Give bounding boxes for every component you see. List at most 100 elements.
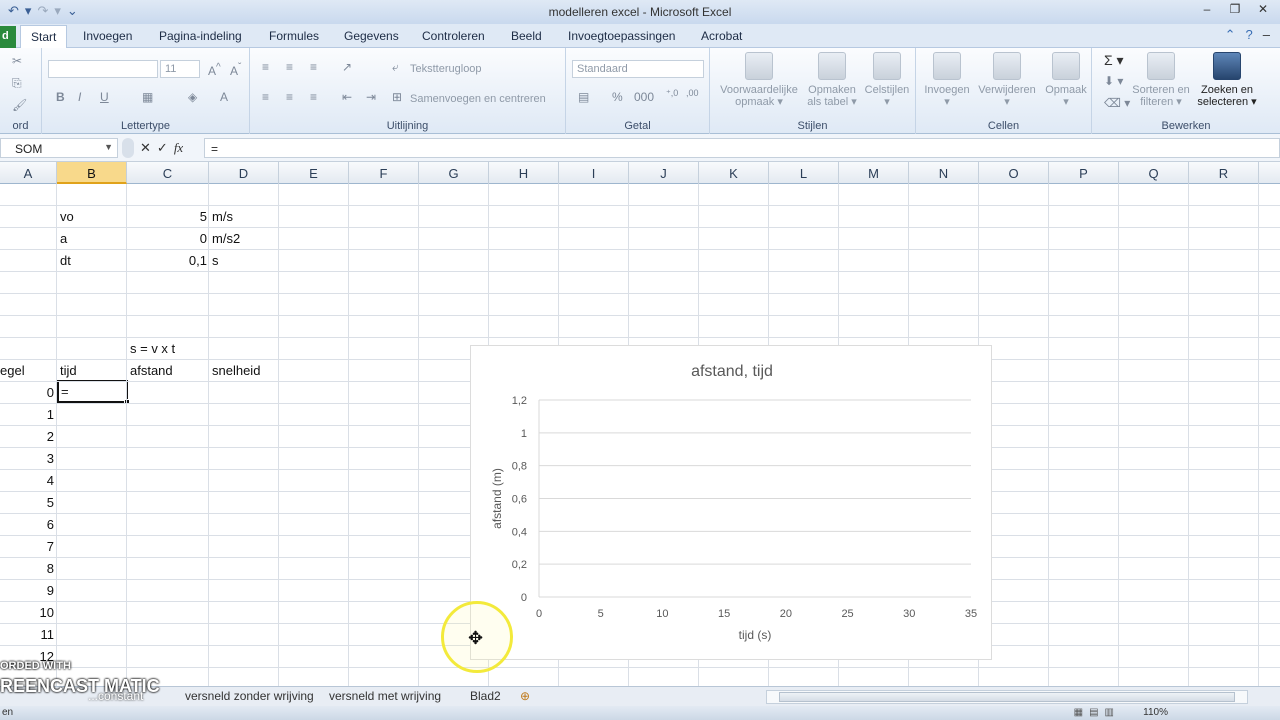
column-header-k[interactable]: K (699, 162, 769, 184)
help-icon[interactable]: ? (1246, 27, 1253, 43)
fill-handle[interactable] (124, 399, 130, 405)
enter-icon[interactable]: ✓ (157, 140, 168, 156)
cell-a10[interactable]: egel (0, 363, 25, 378)
cell-c3[interactable]: 5 (128, 209, 207, 224)
cell-c4[interactable]: 0 (128, 231, 207, 246)
wrap-text-button[interactable]: Tekstterugloop (410, 63, 482, 75)
insert-function-icon[interactable]: fx (174, 140, 183, 156)
increase-indent-icon[interactable]: ⇥ (366, 90, 376, 104)
cut-icon[interactable]: ✂ (12, 54, 22, 68)
autosum-icon[interactable]: Σ ▾ (1104, 52, 1124, 69)
active-cell[interactable]: = (57, 380, 130, 405)
restore-icon[interactable]: ❐ (1222, 2, 1248, 20)
cancel-icon[interactable]: ✕ (140, 140, 151, 156)
decrease-indent-icon[interactable]: ⇤ (342, 90, 352, 104)
tab-pagina-indeling[interactable]: Pagina-indeling (159, 29, 242, 43)
font-size-combo[interactable]: 11 (160, 60, 200, 78)
cell-a-row-value[interactable]: 3 (0, 451, 54, 466)
shrink-font-icon[interactable]: Aˇ (230, 62, 241, 78)
cell-d5[interactable]: s (212, 253, 219, 268)
font-color-icon[interactable]: A (220, 90, 228, 104)
cell-a-row-value[interactable]: 8 (0, 561, 54, 576)
chevron-down-icon[interactable]: ▼ (104, 142, 113, 152)
sheet-tab-blad2[interactable]: Blad2 (470, 689, 501, 703)
cell-c9[interactable]: s = v x t (130, 341, 175, 356)
merge-center-button[interactable]: Samenvoegen en centreren (410, 93, 546, 105)
thousands-separator-icon[interactable]: 000 (634, 90, 654, 104)
column-header-c[interactable]: C (127, 162, 209, 184)
grow-font-icon[interactable]: A^ (208, 62, 221, 78)
column-header-o[interactable]: O (979, 162, 1049, 184)
new-sheet-icon[interactable]: ⊕ (520, 689, 530, 703)
cell-c5[interactable]: 0,1 (128, 253, 207, 268)
cell-a-row-value[interactable]: 6 (0, 517, 54, 532)
tab-start[interactable]: Start (20, 25, 68, 49)
view-buttons-icon[interactable]: ▦▤▥ (1074, 707, 1120, 718)
fill-icon[interactable]: ⬇ ▾ (1104, 74, 1123, 88)
clear-icon[interactable]: ⌫ ▾ (1104, 96, 1130, 110)
cell-a-row-value[interactable]: 2 (0, 429, 54, 444)
column-header-d[interactable]: D (209, 162, 279, 184)
format-painter-icon[interactable]: 🖌 (12, 98, 27, 112)
column-header-b[interactable]: B (57, 162, 127, 184)
cell-a-row-value[interactable]: 1 (0, 407, 54, 422)
format-as-table-button[interactable]: Opmaken als tabel ▾ (804, 52, 860, 108)
orientation-icon[interactable]: ↗ (342, 60, 352, 74)
format-cells-button[interactable]: Opmaak ▾ (1040, 52, 1092, 108)
column-header-f[interactable]: F (349, 162, 419, 184)
sheet-tab-versneld-met-wrijving[interactable]: versneld met wrijving (329, 689, 441, 703)
tab-gegevens[interactable]: Gegevens (344, 29, 399, 43)
name-box[interactable]: SOM ▼ (0, 138, 118, 158)
column-header-n[interactable]: N (909, 162, 979, 184)
column-header-i[interactable]: I (559, 162, 629, 184)
collapse-ribbon-icon[interactable]: ⌃ (1225, 27, 1236, 43)
bold-icon[interactable]: B (56, 90, 65, 104)
column-header-r[interactable]: R (1189, 162, 1259, 184)
cell-d4[interactable]: m/s2 (212, 231, 240, 246)
increase-decimal-icon[interactable]: ⁺,0 (666, 88, 678, 99)
formula-input[interactable]: = (204, 138, 1280, 158)
align-left-icon[interactable]: ≡ (262, 90, 269, 104)
percent-icon[interactable]: % (612, 90, 623, 104)
merge-center-icon[interactable]: ⊞ (392, 90, 402, 104)
cell-b5[interactable]: dt (60, 253, 71, 268)
column-header-e[interactable]: E (279, 162, 349, 184)
cell-b4[interactable]: a (60, 231, 67, 246)
column-header-m[interactable]: M (839, 162, 909, 184)
column-header-p[interactable]: P (1049, 162, 1119, 184)
cell-d3[interactable]: m/s (212, 209, 233, 224)
find-select-button[interactable]: Zoeken en selecteren ▾ (1194, 52, 1260, 108)
column-header-g[interactable]: G (419, 162, 489, 184)
column-header-l[interactable]: L (769, 162, 839, 184)
column-header-h[interactable]: H (489, 162, 559, 184)
cell-a-row-value[interactable]: 5 (0, 495, 54, 510)
copy-icon[interactable]: ⎘ (12, 76, 22, 91)
minimize-workbook-icon[interactable]: – (1263, 27, 1270, 43)
sort-filter-button[interactable]: Sorteren en filteren ▾ (1128, 52, 1194, 108)
font-name-combo[interactable] (48, 60, 158, 78)
cell-a-row-value[interactable]: 11 (0, 627, 55, 642)
number-format-combo[interactable]: Standaard (572, 60, 704, 78)
cell-b3[interactable]: vo (60, 209, 74, 224)
cell-a-row-value[interactable]: 10 (0, 605, 54, 620)
tab-formules[interactable]: Formules (269, 29, 319, 43)
tab-acrobat[interactable]: Acrobat (701, 29, 742, 43)
cell-b10[interactable]: tijd (60, 363, 77, 378)
align-top-icon[interactable]: ≡ (262, 60, 269, 74)
column-header-a[interactable]: A (0, 162, 57, 184)
align-middle-icon[interactable]: ≡ (286, 60, 293, 74)
decrease-decimal-icon[interactable]: ,00 (686, 88, 699, 98)
zoom-level[interactable]: 110% (1143, 707, 1168, 718)
cell-d10[interactable]: snelheid (212, 363, 260, 378)
column-header-j[interactable]: J (629, 162, 699, 184)
align-bottom-icon[interactable]: ≡ (310, 60, 317, 74)
close-icon[interactable]: ✕ (1250, 2, 1276, 20)
tab-invoegtoepassingen[interactable]: Invoegtoepassingen (568, 29, 675, 43)
tab-invoegen[interactable]: Invoegen (83, 29, 132, 43)
cell-a-row-value[interactable]: 0 (0, 385, 54, 400)
tab-file[interactable]: d (0, 26, 16, 48)
horizontal-scrollbar[interactable] (766, 690, 1248, 704)
tab-controleren[interactable]: Controleren (422, 29, 485, 43)
conditional-format-button[interactable]: Voorwaardelijke opmaak ▾ (716, 52, 802, 108)
sheet-tab-versneld-zonder-wrijving[interactable]: versneld zonder wrijving (185, 689, 314, 703)
